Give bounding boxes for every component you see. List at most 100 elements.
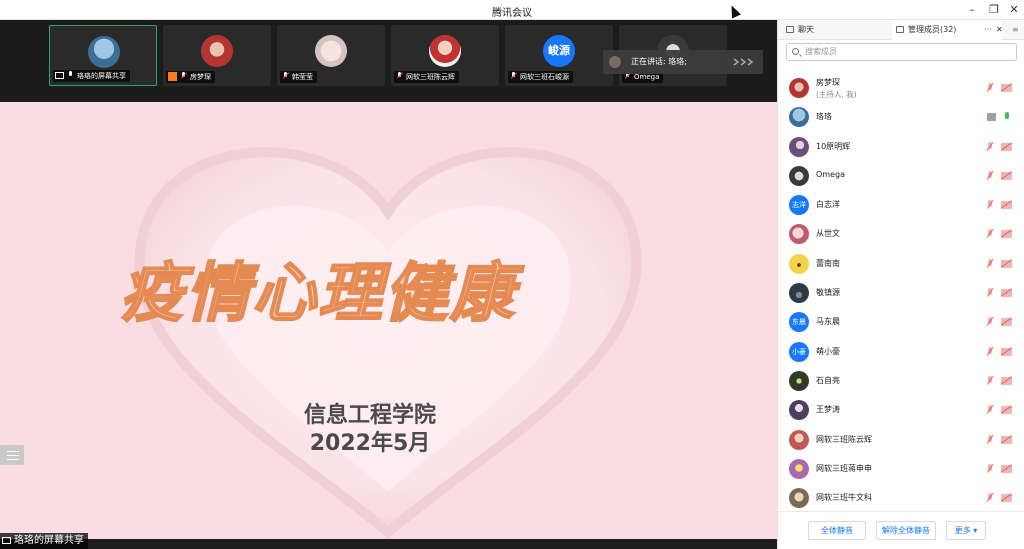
camera-off-icon[interactable] [1001,406,1012,415]
member-role: (主持人, 我) [816,90,857,99]
speaking-text: 正在讲话: 珞珞; [631,57,687,66]
member-row[interactable]: 小豪 萌小豪 [778,337,1024,366]
tile-name-label: 珞珞的屏幕共享 [53,70,130,82]
camera-off-icon[interactable] [1001,347,1012,356]
video-tile[interactable]: 网软三班陈云辉 [391,25,499,86]
video-tile[interactable]: 峻源 网软三班石峻源 [505,25,613,86]
avatar [789,165,809,186]
member-row[interactable]: 网软三班蒋申申 [778,454,1024,483]
mic-muted-icon [510,72,517,80]
minimize-button[interactable]: – [962,2,982,18]
mic-muted-icon [180,72,187,80]
chevron-right-icon[interactable] [733,58,755,66]
camera-off-icon[interactable] [1001,201,1012,210]
screen-share-icon [987,113,996,122]
member-row[interactable]: 网软三班陈云辉 [778,425,1024,454]
video-tile[interactable]: 珞珞的屏幕共享 [49,25,157,86]
tile-name-label: 网软三班石峻源 [508,71,573,83]
avatar [789,400,809,421]
slide-subtitle-line1: 信息工程学院 [303,403,436,428]
avatar [789,253,809,274]
camera-off-icon[interactable] [1001,376,1012,385]
mic-muted-icon[interactable] [986,170,994,181]
member-row[interactable]: 蕾南南 [778,249,1024,278]
more-options-icon[interactable]: ··· [984,20,996,40]
member-row[interactable]: 网软三班牛文科 [778,483,1024,512]
mic-muted-icon[interactable] [986,229,994,239]
video-tile[interactable]: 韩莹莹 [277,25,385,86]
speaker-avatar [609,56,621,68]
member-row[interactable]: 东晨 马东晨 [778,307,1024,336]
mic-muted-icon[interactable] [986,346,994,357]
camera-off-icon[interactable] [1001,230,1012,239]
member-name: 白志洋 [816,200,840,210]
member-row[interactable]: 志洋 白志洋 [778,190,1024,219]
avatar [789,224,809,245]
bottom-band [0,539,777,549]
member-row[interactable]: 房梦琛 (主持人, 我) [778,73,1024,102]
title-bar: 腾讯会议 – ❐ ✕ [0,0,1024,20]
video-tile[interactable]: 房梦琛 [163,25,271,86]
member-search-input[interactable]: 搜索成员 [786,43,1017,61]
member-row[interactable]: 王梦涛 [778,395,1024,424]
avatar [789,78,809,98]
avatar [789,429,809,450]
avatar [789,136,809,157]
mic-muted-icon[interactable] [986,434,994,445]
avatar [789,107,809,128]
close-button[interactable]: ✕ [1004,2,1024,18]
avatar [789,370,809,391]
camera-off-icon[interactable] [1001,259,1012,268]
member-name: 蕾南南 [816,258,840,268]
camera-off-icon[interactable] [1001,464,1012,473]
screen-share-icon [2,537,11,544]
camera-off-icon[interactable] [1001,84,1012,92]
mic-muted-icon[interactable] [986,288,994,298]
member-row[interactable]: Omega [778,161,1024,190]
mic-icon [67,71,74,79]
member-name: 房梦琛 [816,78,840,87]
avatar: 小豪 [789,341,809,362]
more-button[interactable]: 更多 ▾ [946,521,986,540]
screen-share-label: 珞珞的屏幕共享 [0,533,88,549]
member-name: 从世文 [816,229,840,239]
mic-on-icon[interactable] [1003,112,1011,122]
mic-muted-icon[interactable] [986,141,994,152]
list-toggle-icon[interactable] [0,445,24,465]
mic-muted-icon[interactable] [986,258,994,269]
member-list: 房梦琛 (主持人, 我) 珞珞 10原明辉 Omega 志洋 白志洋 从世文 蕾… [778,73,1024,512]
member-name: 石自亮 [816,375,840,385]
mic-muted-icon[interactable] [986,405,994,415]
mic-muted-icon[interactable] [986,463,994,474]
unmute-all-button[interactable]: 解除全体静音 [876,521,936,540]
avatar [429,35,461,67]
avatar [789,488,809,509]
menu-icon[interactable]: ≡ [1012,20,1022,40]
camera-off-icon[interactable] [1001,435,1012,444]
member-name: 珞珞 [816,112,832,122]
camera-off-icon[interactable] [1001,494,1012,503]
restore-button[interactable]: ❐ [984,2,1004,18]
member-row[interactable]: 珞珞 [778,102,1024,131]
avatar: 峻源 [543,35,575,67]
camera-off-icon[interactable] [1001,142,1012,151]
mic-muted-icon[interactable] [986,493,994,503]
close-panel-icon[interactable]: ✕ [996,20,1006,40]
camera-off-icon[interactable] [1001,318,1012,327]
member-row[interactable]: 石自亮 [778,366,1024,395]
mic-muted-icon[interactable] [986,200,994,210]
mic-muted-icon[interactable] [986,83,994,93]
mic-muted-icon[interactable] [986,375,994,386]
member-row[interactable]: 敬镇源 [778,278,1024,307]
member-row[interactable]: 10原明辉 [778,132,1024,161]
member-row[interactable]: 从世文 [778,219,1024,248]
camera-off-icon[interactable] [1001,171,1012,180]
camera-off-icon[interactable] [1001,289,1012,298]
tab-chat[interactable]: 聊天 [782,20,892,40]
member-name: Omega [816,169,845,179]
mute-all-button[interactable]: 全体静音 [808,521,866,540]
avatar [201,35,233,67]
mic-muted-icon[interactable] [986,317,994,327]
host-icon [168,72,177,81]
chat-icon [786,26,794,33]
